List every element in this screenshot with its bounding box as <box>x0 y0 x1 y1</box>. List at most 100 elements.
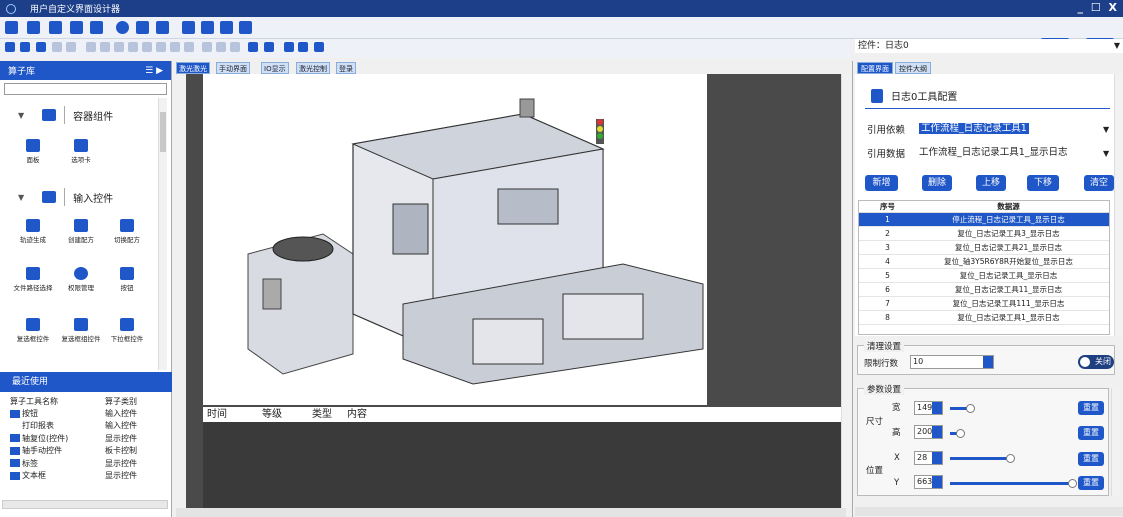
library-scrollbar[interactable] <box>158 98 167 370</box>
align-bottom-icon[interactable] <box>156 42 166 52</box>
width-slider-knob[interactable] <box>966 404 975 413</box>
redo-icon[interactable] <box>66 42 76 52</box>
align-top-icon[interactable] <box>128 42 138 52</box>
bring-front-icon[interactable] <box>248 42 258 52</box>
save-icon[interactable] <box>49 21 62 34</box>
component-checkbox-group[interactable]: 复选框组控件 <box>60 318 102 343</box>
table-row[interactable]: 7 复位_日志记录工具111_显示日志 <box>859 297 1109 311</box>
search-input[interactable] <box>4 83 167 95</box>
component-file-path[interactable]: 文件路径选择 <box>12 267 54 292</box>
stepper-arrows-icon[interactable] <box>932 452 942 464</box>
same-size-icon[interactable] <box>230 42 240 52</box>
y-stepper[interactable]: 663 <box>914 475 943 489</box>
clear-icon[interactable] <box>314 42 324 52</box>
import-icon[interactable] <box>156 21 169 34</box>
log-table[interactable]: 时间 等级 类型 内容 <box>203 407 841 508</box>
chevron-down-icon[interactable]: ▼ <box>1103 125 1109 134</box>
control-selector[interactable]: 控件：日志0 ▼ <box>855 39 1123 53</box>
tab-laser[interactable]: 激光激光 <box>176 62 210 74</box>
scroll-thumb[interactable] <box>160 112 166 152</box>
align-middle-icon[interactable] <box>142 42 152 52</box>
height-slider-knob[interactable] <box>956 429 965 438</box>
table-row[interactable]: 按钮 输入控件 <box>10 407 160 419</box>
copy-icon[interactable] <box>5 42 15 52</box>
component-tab[interactable]: 选项卡 <box>60 139 102 164</box>
height-stepper[interactable]: 200 <box>914 425 943 439</box>
table-row[interactable]: 轴手动控件 板卡控制 <box>10 445 160 457</box>
component-permission[interactable]: 权限管理 <box>60 267 102 292</box>
category-input[interactable]: ▼ 输入控件 <box>0 182 158 212</box>
chevron-down-icon[interactable]: ▼ <box>1103 149 1109 158</box>
right-hscroll[interactable] <box>855 507 1123 516</box>
distribute-v-icon[interactable] <box>184 42 194 52</box>
x-slider-knob[interactable] <box>1006 454 1015 463</box>
reset-x-button[interactable]: 重置 <box>1078 452 1104 466</box>
stepper-arrows-icon[interactable] <box>932 476 942 488</box>
warning-icon[interactable] <box>220 21 233 34</box>
component-dropdown[interactable]: 下拉框控件 <box>106 318 148 343</box>
delete-button[interactable]: 删除 <box>922 175 952 191</box>
cut-icon[interactable] <box>20 42 30 52</box>
canvas-hscroll[interactable] <box>176 508 846 517</box>
preview-icon[interactable] <box>116 21 129 34</box>
table-row[interactable]: 8 复位_日志记录工具1_显示日志 <box>859 311 1109 325</box>
grid-icon[interactable] <box>239 21 252 34</box>
clean-toggle[interactable]: 关闭 <box>1078 355 1114 369</box>
align-right-icon[interactable] <box>114 42 124 52</box>
component-panel[interactable]: 面板 <box>12 139 54 164</box>
template2-icon[interactable] <box>201 21 214 34</box>
reset-height-button[interactable]: 重置 <box>1078 426 1104 440</box>
datasource-grid[interactable]: 序号 数据源 1 停止流程_日志记录工具_显示日志 2 复位_日志记录工具3_显示日志… <box>858 200 1110 335</box>
category-container[interactable]: ▼ 容器组件 <box>0 100 158 130</box>
undo-icon[interactable] <box>52 42 62 52</box>
align-left-icon[interactable] <box>86 42 96 52</box>
table-row[interactable]: 6 复位_日志记录工具11_显示日志 <box>859 283 1109 297</box>
align-center-icon[interactable] <box>100 42 110 52</box>
paste-icon[interactable] <box>36 42 46 52</box>
clear-button[interactable]: 清空 <box>1084 175 1114 191</box>
canvas-vscroll[interactable] <box>841 74 850 508</box>
save-as-icon[interactable] <box>70 21 83 34</box>
tab-login[interactable]: 登录 <box>336 62 356 74</box>
window-controls[interactable]: _ ☐ X <box>1077 1 1119 14</box>
recent-hscroll[interactable] <box>2 500 168 509</box>
param-scrollbar[interactable] <box>1111 388 1120 496</box>
distribute-h-icon[interactable] <box>170 42 180 52</box>
table-row[interactable]: 轴复位(控件) 显示控件 <box>10 432 160 444</box>
limit-rows-stepper[interactable]: 10 <box>910 355 994 369</box>
reset-width-button[interactable]: 重置 <box>1078 401 1104 415</box>
same-width-icon[interactable] <box>202 42 212 52</box>
table-row[interactable]: 文本框 显示控件 <box>10 469 160 481</box>
tab-config[interactable]: 配置界面 <box>857 62 893 74</box>
x-stepper[interactable]: 28 <box>914 451 943 465</box>
table-row[interactable]: 2 复位_日志记录工具3_显示日志 <box>859 227 1109 241</box>
x-slider[interactable] <box>950 457 1008 460</box>
trash-icon[interactable] <box>298 42 308 52</box>
panel-menu-icon[interactable]: ☰ ▶ <box>145 66 163 76</box>
add-button[interactable]: 新增 <box>865 175 898 191</box>
move-up-button[interactable]: 上移 <box>976 175 1006 191</box>
config-scrollbar[interactable] <box>1114 74 1123 336</box>
tab-io[interactable]: IO显示 <box>261 62 289 74</box>
stepper-arrows-icon[interactable] <box>932 402 942 414</box>
table-row[interactable]: 标签 显示控件 <box>10 457 160 469</box>
stepper-arrows-icon[interactable] <box>983 356 993 368</box>
component-checkbox[interactable]: 复选框控件 <box>12 318 54 343</box>
send-back-icon[interactable] <box>264 42 274 52</box>
width-stepper[interactable]: 149 <box>914 401 943 415</box>
same-height-icon[interactable] <box>216 42 226 52</box>
y-slider[interactable] <box>950 482 1070 485</box>
delete-icon[interactable] <box>90 21 103 34</box>
open-icon[interactable] <box>27 21 40 34</box>
ref-data-select[interactable]: 工作流程_日志记录工具1_显示日志 <box>917 146 1097 160</box>
component-trajectory[interactable]: 轨迹生成 <box>12 219 54 244</box>
tab-outline[interactable]: 控件大纲 <box>895 62 931 74</box>
component-create-recipe[interactable]: 创建配方 <box>60 219 102 244</box>
component-button[interactable]: 按钮 <box>106 267 148 292</box>
y-slider-knob[interactable] <box>1068 479 1077 488</box>
ref-dep-select[interactable]: 工作流程_日志记录工具1 <box>917 122 1097 136</box>
tab-manual[interactable]: 手动界面 <box>216 62 250 74</box>
share-icon[interactable] <box>136 21 149 34</box>
reset-y-button[interactable]: 重置 <box>1078 476 1104 490</box>
machine-image[interactable] <box>203 74 707 405</box>
